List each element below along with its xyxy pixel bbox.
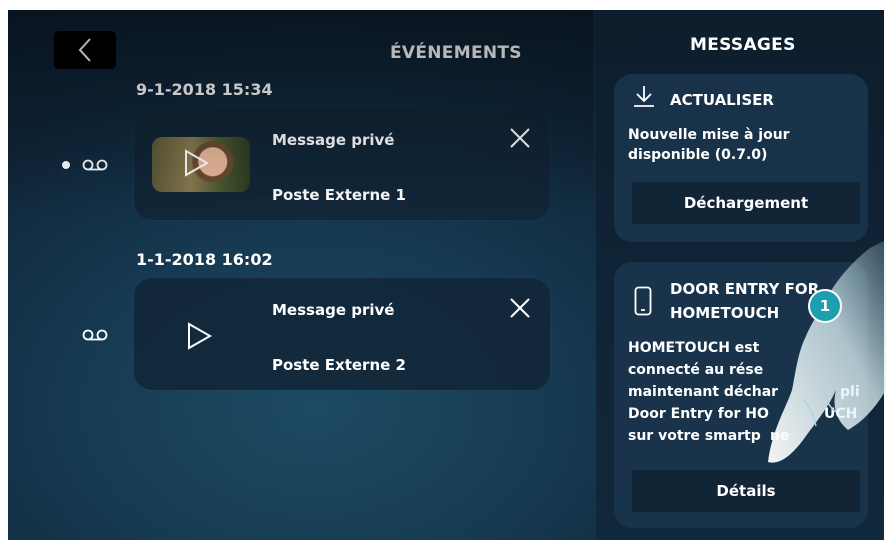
- play-icon[interactable]: [186, 322, 212, 350]
- step-callout: 1: [808, 289, 842, 323]
- download-button[interactable]: Déchargement: [632, 182, 860, 224]
- back-button[interactable]: [54, 31, 116, 69]
- event-title: Message privé: [272, 301, 395, 319]
- event-date: 1-1-2018 16:02: [136, 250, 273, 269]
- smartphone-icon: [634, 286, 652, 316]
- event-source: Poste Externe 2: [272, 356, 406, 374]
- hand-pointer-icon: [768, 240, 886, 463]
- event-title: Message privé: [272, 131, 395, 149]
- close-icon[interactable]: [508, 126, 532, 150]
- back-arrow-icon: [78, 38, 91, 62]
- update-body-line: Nouvelle mise à jour: [628, 127, 790, 143]
- update-body-line: disponible (0.7.0): [628, 147, 768, 163]
- event-card[interactable]: Message privé Poste Externe 2: [134, 278, 550, 390]
- update-title: ACTUALISER: [670, 91, 774, 109]
- play-icon: [185, 149, 209, 177]
- event-source: Poste Externe 1: [272, 186, 406, 204]
- messages-title: MESSAGES: [690, 35, 796, 55]
- voicemail-icon: [82, 329, 108, 341]
- voicemail-icon: [82, 159, 108, 171]
- unread-dot: [62, 161, 70, 169]
- event-date: 9-1-2018 15:34: [136, 80, 273, 99]
- download-icon: [634, 86, 654, 107]
- close-icon[interactable]: [508, 296, 532, 320]
- events-title: ÉVÉNEMENTS: [390, 43, 522, 63]
- event-card[interactable]: Message privé Poste Externe 1: [134, 108, 550, 220]
- video-thumbnail[interactable]: [152, 137, 250, 192]
- update-message-card: ACTUALISER Nouvelle mise à jour disponib…: [614, 74, 868, 242]
